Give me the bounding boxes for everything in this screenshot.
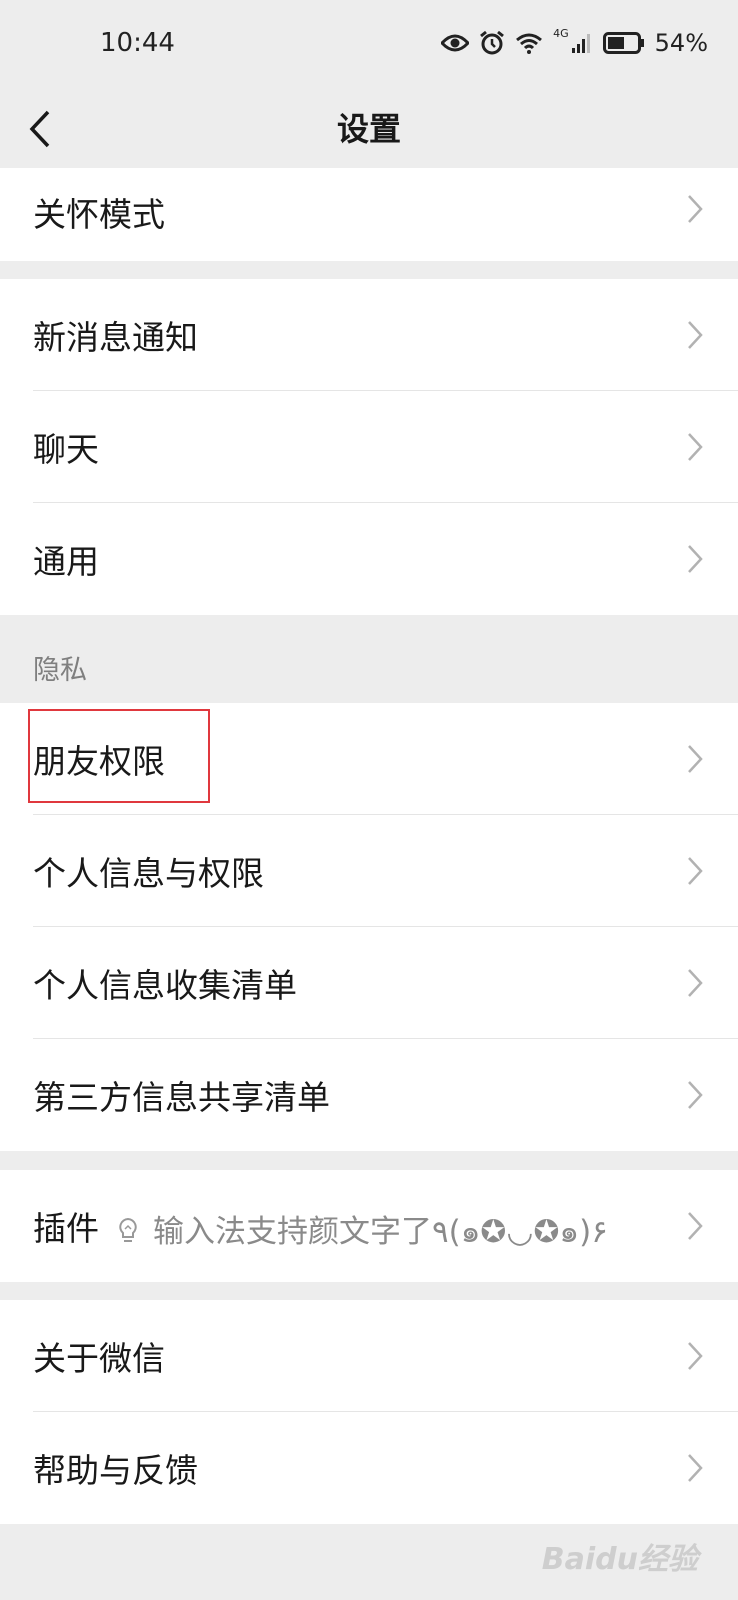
plugin-tip: 输入法支持颜文字了٩(๑✪◡✪๑)۶	[117, 1206, 608, 1256]
network-type-label: 4G	[553, 26, 569, 40]
wifi-icon	[516, 33, 543, 54]
page-title: 设置	[336, 110, 401, 148]
row-label: 通用	[33, 542, 99, 581]
row-label: 聊天	[33, 430, 99, 469]
row-label: 插件	[33, 1209, 99, 1248]
battery-icon	[602, 32, 644, 54]
chevron-right-icon	[688, 321, 703, 349]
chevron-right-icon	[688, 545, 703, 573]
row-about-wechat[interactable]: 关于微信	[0, 1300, 738, 1412]
chevron-right-icon	[688, 857, 703, 885]
row-label: 新消息通知	[33, 318, 198, 357]
row-label: 个人信息收集清单	[33, 966, 297, 1005]
chevron-right-icon	[688, 195, 703, 223]
row-third-party-sharing-list[interactable]: 第三方信息共享清单	[0, 1039, 738, 1151]
chevron-right-icon	[688, 433, 703, 461]
row-personal-info-collection-list[interactable]: 个人信息收集清单	[0, 927, 738, 1039]
row-care-mode[interactable]: 关怀模式	[0, 168, 738, 261]
group-general: 新消息通知 聊天 通用	[0, 279, 738, 615]
row-new-message-notifications[interactable]: 新消息通知	[0, 279, 738, 391]
row-label: 个人信息与权限	[33, 854, 264, 893]
group-care: 关怀模式	[0, 168, 738, 261]
battery-level: 54%	[654, 29, 708, 57]
chevron-right-icon	[688, 1081, 703, 1109]
row-label: 关于微信	[33, 1339, 165, 1378]
group-privacy: 朋友权限 个人信息与权限 个人信息收集清单 第三方信息共享清单	[0, 703, 738, 1151]
status-bar: 10:44 4G 54%	[0, 0, 738, 90]
status-icons: 4G 54%	[441, 26, 708, 60]
plugin-tip-text: 输入法支持颜文字了٩(๑✪◡✪๑)۶	[153, 1214, 608, 1250]
chevron-right-icon	[688, 1342, 703, 1370]
watermark: Baidu经验	[541, 1542, 698, 1577]
eye-icon	[441, 34, 470, 52]
chevron-right-icon	[688, 1212, 703, 1240]
row-general[interactable]: 通用	[0, 503, 738, 615]
row-label: 第三方信息共享清单	[33, 1078, 330, 1117]
row-plugins[interactable]: 插件 输入法支持颜文字了٩(๑✪◡✪๑)۶	[0, 1170, 738, 1282]
group-plugins: 插件 输入法支持颜文字了٩(๑✪◡✪๑)۶	[0, 1170, 738, 1282]
row-label: 帮助与反馈	[33, 1451, 198, 1490]
status-time: 10:44	[100, 28, 175, 58]
lightbulb-icon	[119, 1217, 137, 1242]
row-personal-info-permissions[interactable]: 个人信息与权限	[0, 815, 738, 927]
row-friend-permissions[interactable]: 朋友权限	[0, 703, 738, 815]
row-label: 朋友权限	[33, 742, 165, 781]
group-about: 关于微信 帮助与反馈	[0, 1300, 738, 1524]
nav-bar: 设置	[0, 90, 738, 168]
alarm-icon	[480, 30, 505, 55]
row-label: 关怀模式	[33, 195, 165, 234]
chevron-right-icon	[688, 1454, 703, 1482]
chevron-right-icon	[688, 745, 703, 773]
chevron-right-icon	[688, 969, 703, 997]
row-help-feedback[interactable]: 帮助与反馈	[0, 1412, 738, 1524]
row-chat[interactable]: 聊天	[0, 391, 738, 503]
signal-icon	[571, 34, 590, 53]
section-header-privacy: 隐私	[33, 655, 87, 686]
